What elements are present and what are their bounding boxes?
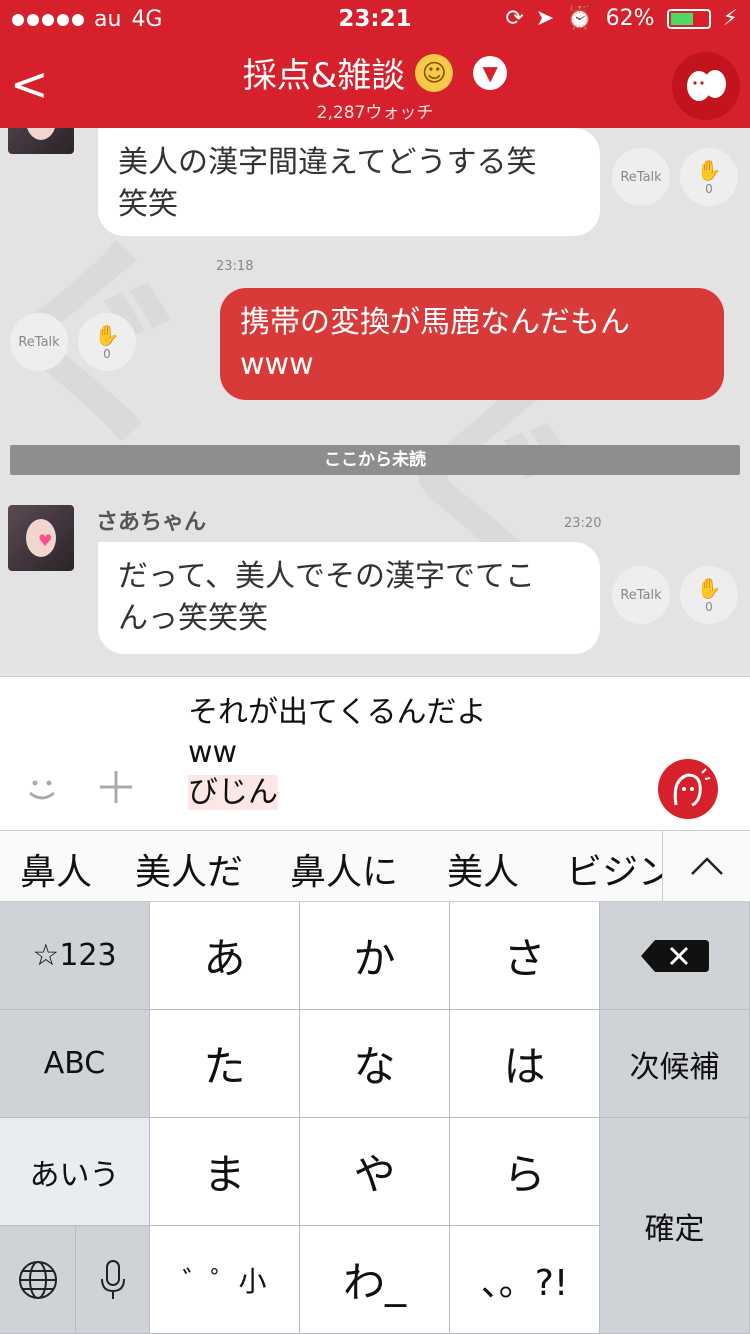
room-title: 採点&雑談 — [242, 56, 406, 96]
alarm-icon: ⏰ — [566, 6, 594, 31]
send-button[interactable] — [658, 759, 718, 819]
composing-text: びじん — [188, 775, 278, 810]
clap-icon: ✋ — [696, 576, 722, 600]
key-wa[interactable]: わ_ — [300, 1226, 450, 1334]
key-abc[interactable]: ABC — [0, 1010, 150, 1118]
battery-percent: 62% — [605, 6, 655, 31]
retalk-button[interactable]: ReTalk — [612, 566, 670, 624]
clap-button[interactable]: ✋ 0 — [680, 148, 738, 206]
candidate[interactable]: ビジン — [566, 843, 662, 895]
avatar[interactable]: ♥ — [8, 505, 74, 571]
message-input-bar: それが出てくるんだよ ww びじん — [0, 676, 750, 830]
message-text: www — [240, 347, 314, 382]
message-bubble[interactable]: 美人の漢字間違えてどうする笑 笑笑 — [98, 128, 600, 236]
message-text: 携帯の変換が馬鹿なんだもん — [240, 305, 630, 340]
status-bar: au 4G 23:21 ⟳ ➤ ⏰ 62% ⚡ — [0, 0, 750, 40]
globe-key[interactable] — [0, 1226, 76, 1334]
globe-icon — [18, 1260, 57, 1299]
watcher-count: 2,287ウォッチ — [316, 103, 434, 123]
key-ka[interactable]: か — [300, 902, 450, 1010]
backspace-icon — [640, 939, 709, 972]
key-a[interactable]: あ — [150, 902, 300, 1010]
clap-count: 0 — [705, 600, 713, 614]
message-text: んっ笑笑笑 — [118, 601, 268, 636]
retalk-button[interactable]: ReTalk — [612, 148, 670, 206]
key-numsym[interactable]: ☆123 — [0, 902, 150, 1010]
rotation-lock-icon: ⟳ — [505, 6, 524, 31]
dictation-key[interactable] — [76, 1226, 150, 1334]
chevron-up-icon — [690, 857, 723, 875]
input-line: ww — [188, 735, 238, 770]
candidate[interactable]: 美人 — [447, 843, 519, 895]
avatar[interactable] — [8, 128, 74, 154]
clap-count: 0 — [103, 347, 111, 361]
message-bubble[interactable]: だって、美人でその漢字でてこ んっ笑笑笑 — [98, 542, 600, 654]
top-bar: au 4G 23:21 ⟳ ➤ ⏰ 62% ⚡ < 採点&雑談 ☺ ▼ 2,28… — [0, 0, 750, 128]
delete-key[interactable] — [600, 902, 750, 1010]
message-time: 23:18 — [216, 259, 254, 274]
message-time: 23:20 — [564, 516, 602, 531]
candidate[interactable]: 鼻人 — [20, 843, 92, 895]
sender-name: さあちゃん — [96, 510, 207, 535]
battery-icon — [666, 8, 711, 29]
heart-icon: ♥ — [38, 531, 53, 550]
key-ra[interactable]: ら — [450, 1118, 600, 1226]
key-confirm[interactable]: 確定 — [600, 1118, 750, 1334]
key-dakuten[interactable]: ゛゜小 — [150, 1226, 300, 1334]
yum-emoji-icon: ☺ — [415, 53, 454, 92]
key-ha[interactable]: は — [450, 1010, 600, 1118]
chevron-down-icon[interactable]: ▼ — [473, 55, 508, 90]
key-ya[interactable]: や — [300, 1118, 450, 1226]
message-text: 美人の漢字間違えてどうする笑 — [118, 145, 537, 180]
key-na[interactable]: な — [300, 1010, 450, 1118]
key-kana[interactable]: あいう — [0, 1118, 150, 1226]
chat-area[interactable]: ぐ ぐ 美人の漢字間違えてどうする笑 笑笑 ReTalk ✋ 0 23:18 R… — [0, 128, 750, 676]
key-punctuation[interactable]: 、。?! — [450, 1226, 600, 1334]
retalk-button[interactable]: ReTalk — [10, 313, 68, 371]
members-icon[interactable] — [672, 52, 740, 120]
room-title-wrap[interactable]: 採点&雑談 ☺ ▼ — [0, 48, 750, 97]
expand-candidates-button[interactable] — [662, 831, 750, 901]
key-next-candidate[interactable]: 次候補 — [600, 1010, 750, 1118]
charging-icon: ⚡ — [722, 6, 738, 31]
clap-count: 0 — [705, 182, 713, 196]
input-line: それが出てくるんだよ — [188, 695, 487, 730]
clap-icon: ✋ — [696, 158, 722, 182]
microphone-icon — [100, 1259, 125, 1299]
key-sa[interactable]: さ — [450, 902, 600, 1010]
message-text: だって、美人でその漢字でてこ — [118, 559, 535, 594]
location-icon: ➤ — [535, 6, 555, 31]
message-text: 笑笑 — [118, 187, 178, 222]
emoji-button[interactable] — [22, 769, 62, 819]
key-ma[interactable]: ま — [150, 1118, 300, 1226]
clap-button[interactable]: ✋ 0 — [680, 566, 738, 624]
candidate[interactable]: 鼻人に — [290, 843, 398, 895]
add-attachment-button[interactable] — [96, 763, 136, 819]
candidate-bar: 鼻人 美人だ 鼻人に 美人 ビジン — [0, 830, 750, 902]
clap-button[interactable]: ✋ 0 — [78, 313, 136, 371]
keyboard: ☆123 あ か さ ABC た な は 次候補 あいう ま や ら 確定 ゛゜… — [0, 902, 750, 1334]
key-ta[interactable]: た — [150, 1010, 300, 1118]
unread-separator: ここから未読 — [10, 445, 740, 475]
candidate[interactable]: 美人だ — [135, 843, 243, 895]
message-input[interactable]: それが出てくるんだよ ww びじん — [188, 693, 487, 813]
clap-icon: ✋ — [94, 323, 120, 347]
my-message-bubble[interactable]: 携帯の変換が馬鹿なんだもん www — [220, 288, 724, 400]
